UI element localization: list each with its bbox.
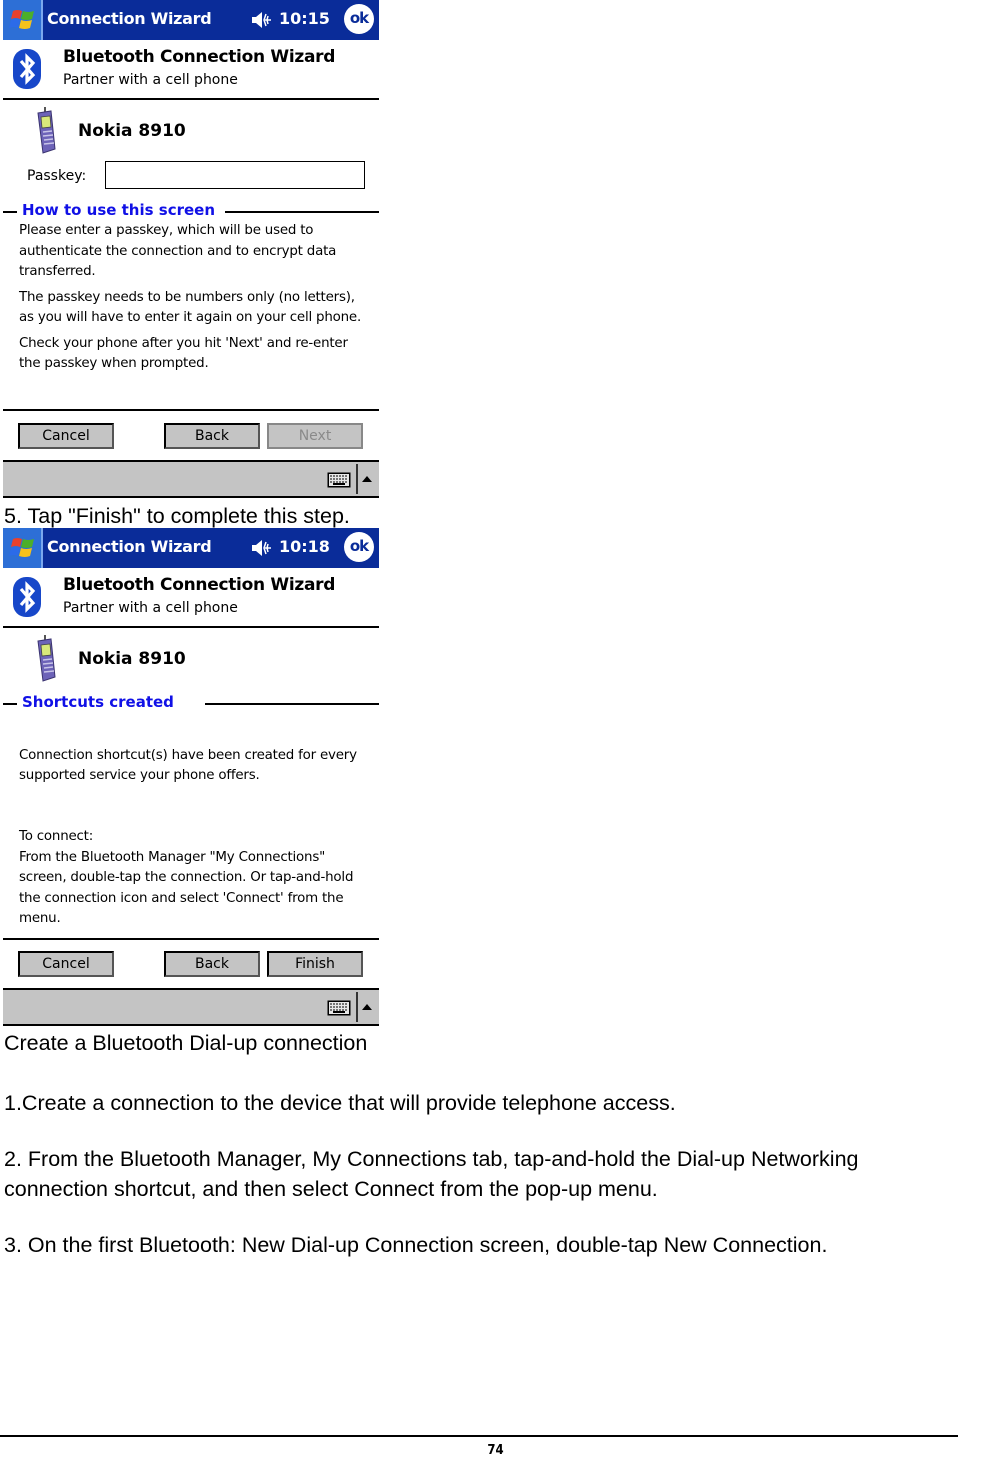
clock[interactable]: 10:15 [279, 9, 330, 28]
footer-divider [0, 1435, 958, 1437]
group-header-shortcuts: Shortcuts created [3, 693, 379, 713]
wizard-screen-shortcuts: Connection Wizard 10:18 ok Bluetooth Con… [3, 528, 379, 1028]
bluetooth-icon [13, 577, 41, 617]
step-3-text: 3. On the first Bluetooth: New Dial-up C… [4, 1233, 828, 1257]
windows-flag-icon [9, 538, 34, 557]
wizard-subtitle: Partner with a cell phone [63, 72, 238, 88]
start-button[interactable] [3, 528, 43, 568]
wizard-title: Bluetooth Connection Wizard [63, 47, 336, 67]
divider [205, 703, 379, 705]
passkey-input[interactable] [105, 161, 365, 189]
passkey-label: Passkey: [27, 168, 87, 184]
wizard-header: Bluetooth Connection Wizard Partner with… [3, 568, 379, 628]
divider [225, 211, 379, 213]
input-panel-bar [3, 988, 379, 1026]
section-heading: Create a Bluetooth Dial-up connection [4, 1031, 368, 1055]
title-bar: Connection Wizard 10:18 ok [3, 528, 379, 568]
back-button[interactable]: Back [164, 951, 260, 977]
window-title: Connection Wizard [47, 9, 212, 28]
finish-button[interactable]: Finish [267, 951, 363, 977]
triangle-up-icon[interactable] [362, 1004, 372, 1010]
start-button[interactable] [3, 0, 43, 40]
wizard-subtitle: Partner with a cell phone [63, 600, 238, 616]
wizard-title: Bluetooth Connection Wizard [63, 575, 336, 595]
keyboard-icon[interactable] [327, 1000, 351, 1016]
step-1-text: 1.Create a connection to the device that… [4, 1091, 676, 1115]
divider [3, 211, 17, 213]
speaker-icon[interactable] [251, 10, 273, 30]
input-panel-bar [3, 460, 379, 498]
ok-button[interactable]: ok [344, 532, 374, 562]
group-header-how-to: How to use this screen [3, 201, 379, 221]
instruction-paragraph: The passkey needs to be numbers only (no… [19, 289, 362, 326]
instruction-paragraph: Check your phone after you hit 'Next' an… [19, 335, 348, 372]
triangle-up-icon[interactable] [362, 476, 372, 482]
shortcut-info: Connection shortcut(s) have been created… [19, 725, 369, 955]
group-title: How to use this screen [22, 201, 222, 219]
cell-phone-icon [37, 635, 56, 682]
ok-button[interactable]: ok [344, 4, 374, 34]
cancel-button[interactable]: Cancel [18, 423, 114, 449]
device-name: Nokia 8910 [78, 649, 186, 669]
step-2-text: 2. From the Bluetooth Manager, My Connec… [4, 1147, 859, 1171]
keyboard-icon[interactable] [327, 472, 351, 488]
window-title: Connection Wizard [47, 537, 212, 556]
instructions: Please enter a passkey, which will be us… [19, 221, 369, 380]
next-button[interactable]: Next [267, 423, 363, 449]
divider [3, 409, 379, 411]
wizard-screen-passkey: Connection Wizard 10:15 ok Bluetooth Con… [3, 0, 379, 500]
windows-flag-icon [9, 10, 34, 29]
speaker-icon[interactable] [251, 538, 273, 558]
cell-phone-icon [37, 107, 56, 154]
info-paragraph: Connection shortcut(s) have been created… [19, 747, 357, 784]
page-number: 74 [487, 1443, 504, 1458]
step-2-continued-text: connection shortcut, and then select Con… [4, 1177, 658, 1201]
divider [356, 464, 358, 494]
group-title: Shortcuts created [22, 693, 180, 711]
back-button[interactable]: Back [164, 423, 260, 449]
divider [3, 703, 17, 705]
cancel-button[interactable]: Cancel [18, 951, 114, 977]
instruction-paragraph: Please enter a passkey, which will be us… [19, 223, 337, 279]
clock[interactable]: 10:18 [279, 537, 330, 556]
divider [3, 938, 379, 940]
device-name: Nokia 8910 [78, 121, 186, 141]
bluetooth-icon [13, 49, 41, 89]
title-bar: Connection Wizard 10:15 ok [3, 0, 379, 40]
divider [356, 992, 358, 1022]
info-paragraph: To connect: From the Bluetooth Manager "… [19, 829, 354, 926]
wizard-header: Bluetooth Connection Wizard Partner with… [3, 40, 379, 100]
step-5-text: 5. Tap "Finish" to complete this step. [4, 504, 350, 528]
